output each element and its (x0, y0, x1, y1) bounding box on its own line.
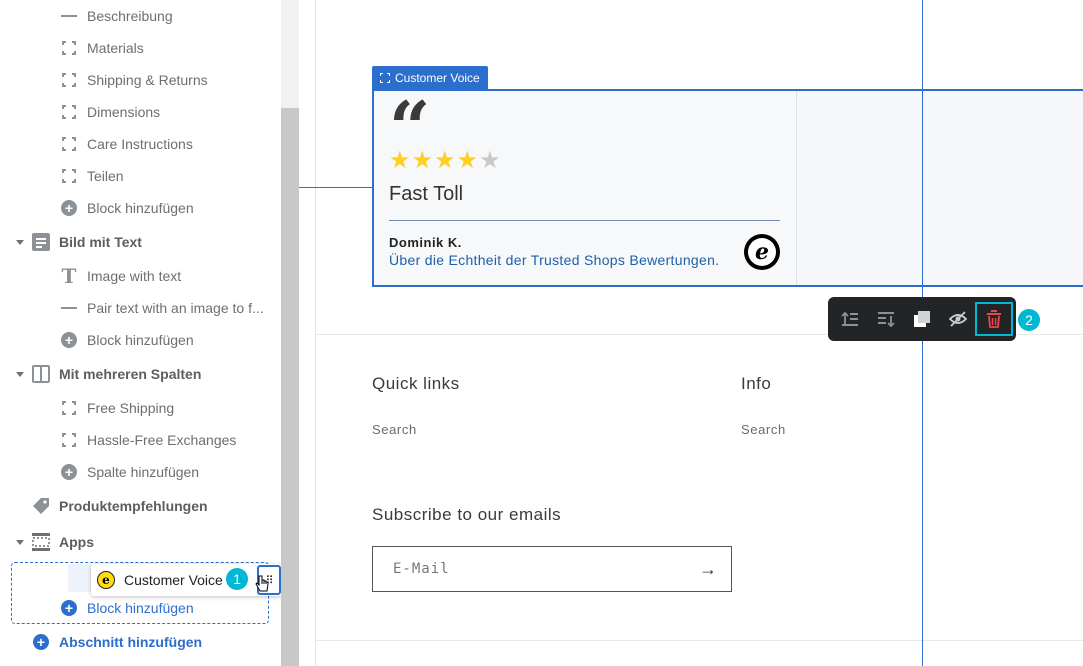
caret-down-icon[interactable] (16, 371, 24, 377)
columns-icon (32, 365, 50, 383)
sidebar: Beschreibung Materials Shipping & Return… (0, 0, 282, 666)
caret-down-icon[interactable] (16, 239, 24, 245)
frame-icon (61, 400, 77, 416)
frame-icon (61, 104, 77, 120)
footer-info-search-link[interactable]: Search (741, 422, 786, 437)
star-empty-icon: ★ (479, 147, 502, 174)
email-placeholder: E-Mail (393, 561, 450, 577)
text-lines-icon (61, 300, 77, 316)
star-icon: ★ (434, 147, 457, 174)
duplicate-icon[interactable] (910, 307, 934, 331)
trusted-shops-logo-icon: e (97, 571, 115, 589)
frame-icon (380, 72, 390, 83)
add-column-label: Spalte hinzufügen (87, 464, 200, 480)
block-label: Dimensions (87, 104, 161, 120)
divider (316, 640, 1083, 641)
footer-search-link[interactable]: Search (372, 422, 417, 437)
add-block-label: Block hinzufügen (87, 332, 194, 348)
section-label: Mit mehreren Spalten (59, 366, 202, 382)
review-title: Fast Toll (389, 183, 464, 205)
caret-down-icon[interactable] (16, 539, 24, 545)
text-lines-icon (61, 8, 77, 24)
block-label: Care Instructions (87, 136, 193, 152)
block-label: Beschreibung (87, 8, 173, 24)
sidebar-scrollbar-thumb[interactable] (281, 108, 299, 666)
move-up-icon[interactable] (838, 307, 862, 331)
delete-highlight (975, 302, 1013, 336)
frame-icon (61, 72, 77, 88)
text-heading-icon: T (61, 264, 77, 288)
block-label: Materials (87, 40, 144, 56)
step-badge-1: 1 (226, 568, 248, 590)
block-label: Shipping & Returns (87, 72, 208, 88)
plus-circle-icon: + (61, 464, 77, 480)
add-block-label: Block hinzufügen (87, 200, 194, 216)
star-icon: ★ (389, 147, 412, 174)
footer-subscribe-heading: Subscribe to our emails (372, 505, 562, 524)
plus-circle-icon: + (61, 600, 77, 616)
apps-icon (32, 533, 50, 551)
step-badge-2: 2 (1018, 309, 1040, 331)
image-text-icon (32, 233, 50, 251)
section-label: Apps (59, 534, 94, 550)
plus-circle-icon: + (61, 332, 77, 348)
review-author: Dominik K. (389, 235, 462, 250)
star-icon: ★ (411, 147, 435, 174)
frame-icon (61, 168, 77, 184)
star-rating: ★★★★★ (389, 146, 502, 175)
star-icon: ★ (456, 147, 480, 174)
drag-placeholder (68, 564, 92, 592)
add-block-label: Block hinzufügen (87, 600, 194, 616)
section-label: Produktempfehlungen (59, 498, 208, 514)
block-label: Image with text (87, 268, 182, 284)
add-section-label: Abschnitt hinzufügen (59, 634, 203, 650)
divider (389, 220, 780, 221)
hand-cursor-icon (255, 575, 269, 592)
tag-icon (32, 497, 50, 515)
email-field[interactable]: E-Mail → (372, 546, 732, 592)
section-tag-label: Customer Voice (395, 70, 480, 85)
divider (315, 0, 316, 666)
hide-icon[interactable] (946, 307, 970, 331)
frame-icon (61, 40, 77, 56)
move-down-icon[interactable] (874, 307, 898, 331)
section-label: Bild mit Text (59, 234, 142, 250)
footer-info-heading: Info (741, 374, 772, 393)
block-label: Teilen (87, 168, 124, 184)
arrow-right-icon[interactable]: → (699, 559, 717, 580)
guide-line-horizontal (299, 187, 373, 188)
frame-icon (61, 432, 77, 448)
frame-icon (61, 136, 77, 152)
trusted-shops-authenticity-link[interactable]: Über die Echtheit der Trusted Shops Bewe… (389, 252, 719, 268)
footer-quick-links-heading: Quick links (372, 374, 460, 393)
trusted-shops-logo-icon: e (744, 234, 780, 270)
plus-circle-icon: + (61, 200, 77, 216)
block-label: Hassle-Free Exchanges (87, 432, 237, 448)
dragging-block-label: Customer Voice (124, 572, 223, 588)
block-label: Pair text with an image to f... (87, 300, 264, 316)
plus-circle-icon: + (33, 634, 49, 650)
block-label: Free Shipping (87, 400, 175, 416)
